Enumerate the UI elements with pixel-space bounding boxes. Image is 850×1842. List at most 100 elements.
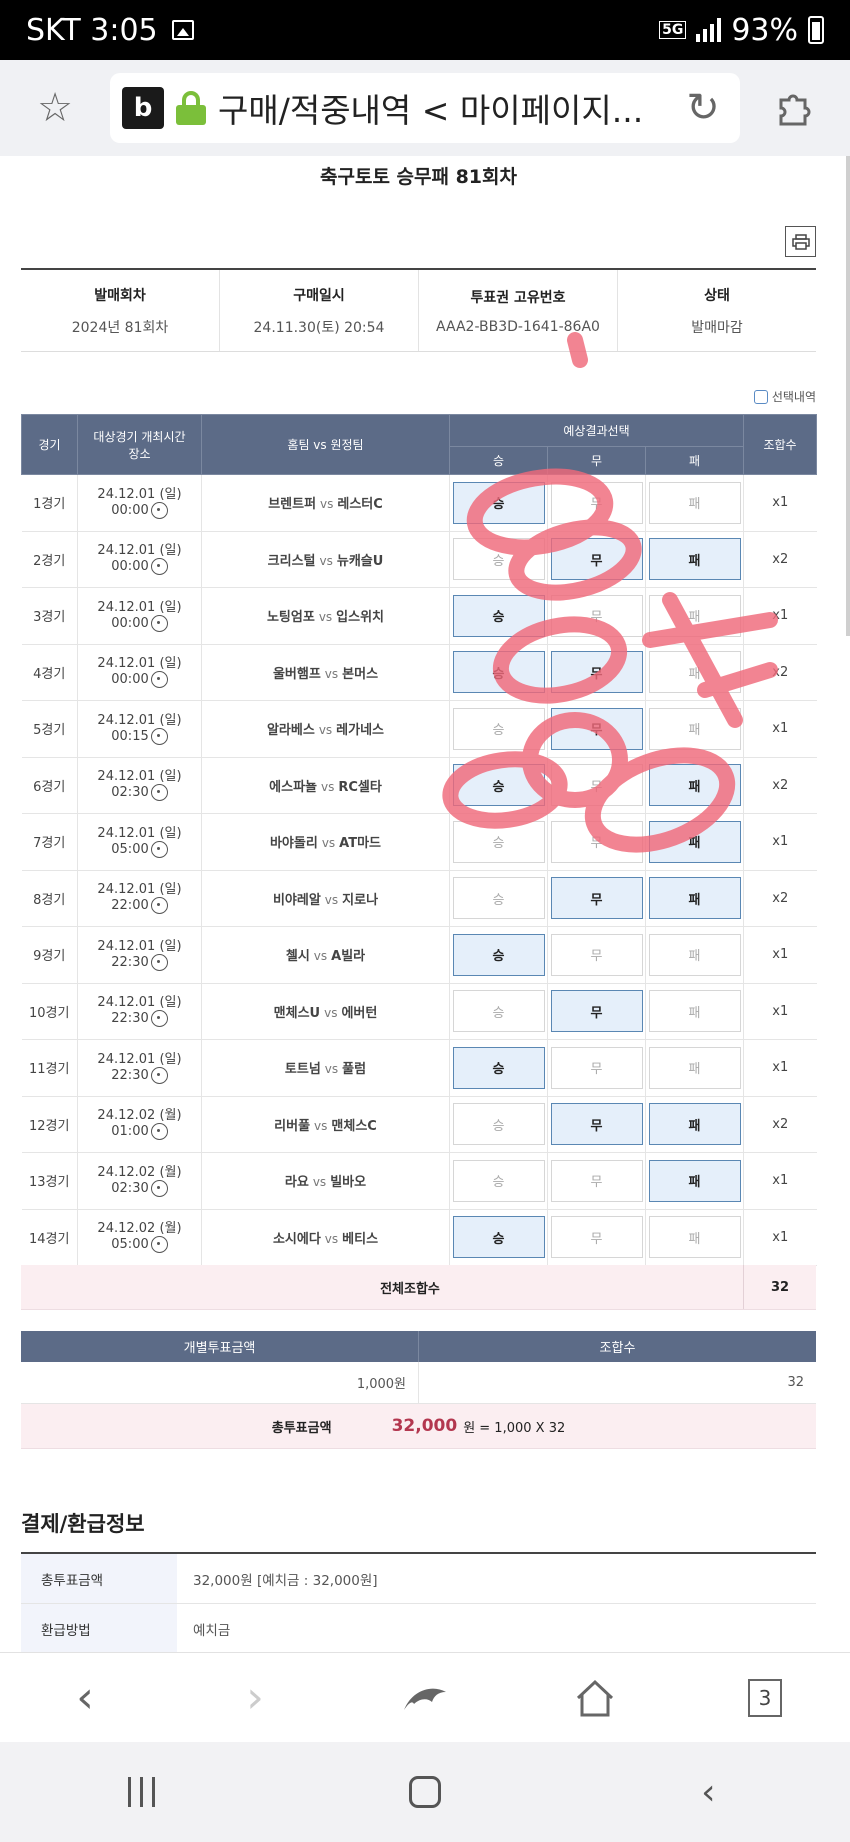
home-team: 맨체스U [273, 1005, 321, 1021]
pick-lose-button[interactable]: 패 [648, 651, 741, 694]
header-time-text: 대상경기 개최시간 [93, 429, 186, 444]
pick-win-button[interactable]: 승 [452, 1216, 545, 1259]
scrollbar[interactable] [846, 156, 850, 636]
pick-lose-button[interactable]: 패 [648, 481, 741, 524]
game-number: 7경기 [21, 813, 78, 871]
home-team: 브렌트퍼 [268, 497, 317, 513]
pick-win-button[interactable]: 승 [452, 594, 545, 637]
pick-win-button[interactable]: 승 [452, 820, 545, 863]
total-amount-formula: 원 = 1,000 X 32 [463, 1420, 566, 1436]
game-combination: x1 [743, 700, 817, 758]
pick-cell: 승 [449, 531, 548, 588]
pick-lose-button[interactable]: 패 [648, 990, 741, 1033]
location-pin-icon[interactable] [150, 840, 168, 858]
pick-win-button[interactable]: 승 [452, 481, 545, 524]
pick-win-button[interactable]: 승 [452, 707, 545, 750]
location-pin-icon[interactable] [150, 1123, 168, 1141]
location-pin-icon[interactable] [150, 501, 168, 519]
location-pin-icon[interactable] [150, 727, 168, 745]
pick-cell: 패 [645, 644, 745, 701]
pick-draw-button[interactable]: 무 [550, 707, 643, 750]
pick-lose-button[interactable]: 패 [648, 1159, 741, 1202]
pick-win-button[interactable]: 승 [452, 651, 545, 694]
pick-lose-button[interactable]: 패 [648, 707, 741, 750]
info-header: 상태 [704, 287, 730, 304]
pick-lose-button[interactable]: 패 [648, 1103, 741, 1146]
reload-icon[interactable]: ↻ [678, 85, 728, 131]
home-button[interactable] [555, 1658, 635, 1738]
header-draw: 무 [547, 446, 646, 475]
pick-draw-button[interactable]: 무 [550, 877, 643, 920]
pick-draw-button[interactable]: 무 [550, 1216, 643, 1259]
pick-draw-button[interactable]: 무 [550, 1046, 643, 1089]
dolphin-icon[interactable] [385, 1658, 465, 1738]
pick-draw-button[interactable]: 무 [550, 764, 643, 807]
pick-draw-button[interactable]: 무 [550, 481, 643, 524]
pick-lose-button[interactable]: 패 [648, 820, 741, 863]
location-pin-icon[interactable] [150, 671, 168, 689]
game-date: 24.12.02 (월) [97, 1221, 182, 1237]
location-pin-icon[interactable] [150, 897, 168, 915]
location-pin-icon[interactable] [150, 1179, 168, 1197]
pick-lose-button[interactable]: 패 [648, 1216, 741, 1259]
info-header: 구매일시 [293, 287, 345, 304]
game-combination: x1 [743, 983, 817, 1040]
pick-lose-button[interactable]: 패 [648, 877, 741, 920]
pick-win-button[interactable]: 승 [452, 990, 545, 1033]
tabs-button[interactable]: 3 [725, 1658, 805, 1738]
recent-apps-button[interactable] [97, 1762, 187, 1822]
pick-win-button[interactable]: 승 [452, 1046, 545, 1089]
pick-win-button[interactable]: 승 [452, 933, 545, 976]
pick-lose-button[interactable]: 패 [648, 538, 741, 581]
forward-button[interactable]: › [215, 1658, 295, 1738]
pick-draw-button[interactable]: 무 [550, 933, 643, 976]
pick-draw-button[interactable]: 무 [550, 820, 643, 863]
location-pin-icon[interactable] [150, 614, 168, 632]
vs-label: vs [321, 836, 336, 851]
info-header: 발매회차 [94, 287, 146, 304]
location-pin-icon[interactable] [150, 1066, 168, 1084]
location-pin-icon[interactable] [150, 558, 168, 576]
system-home-button[interactable] [380, 1762, 470, 1822]
back-button[interactable]: ‹ [45, 1658, 125, 1738]
bookmark-star-icon[interactable]: ☆ [18, 71, 92, 145]
pick-win-button[interactable]: 승 [452, 1159, 545, 1202]
print-button[interactable] [785, 226, 816, 257]
pick-cell: 패 [645, 531, 745, 588]
pick-win-button[interactable]: 승 [452, 1103, 545, 1146]
extensions-icon[interactable] [758, 71, 832, 145]
total-combination-row: 전체조합수 32 [21, 1265, 816, 1310]
pick-win-button[interactable]: 승 [452, 764, 545, 807]
pick-lose-button[interactable]: 패 [648, 764, 741, 807]
pick-lose-button[interactable]: 패 [648, 1046, 741, 1089]
vs-label: vs [319, 553, 333, 568]
pick-draw-button[interactable]: 무 [550, 1159, 643, 1202]
location-pin-icon[interactable] [150, 784, 168, 802]
location-pin-icon[interactable] [150, 953, 168, 971]
pick-draw-button[interactable]: 무 [550, 651, 643, 694]
pick-draw-button[interactable]: 무 [550, 538, 643, 581]
location-pin-icon[interactable] [150, 1010, 168, 1028]
system-back-button[interactable]: ‹ [663, 1762, 753, 1822]
header-teams: 홈팀 vs 원정팀 [201, 414, 450, 475]
pick-draw-button[interactable]: 무 [550, 990, 643, 1033]
game-number: 2경기 [21, 531, 78, 588]
vs-label: vs [324, 892, 339, 907]
pick-lose-button[interactable]: 패 [648, 933, 741, 976]
pick-win-button[interactable]: 승 [452, 877, 545, 920]
address-bar[interactable]: b 구매/적중내역 < 마이페이지... ↻ [110, 73, 740, 143]
pick-draw-button[interactable]: 무 [550, 594, 643, 637]
location-pin-icon[interactable] [150, 1236, 168, 1254]
select-view-checkbox[interactable] [753, 389, 768, 404]
pick-win-button[interactable]: 승 [452, 538, 545, 581]
select-view-toggle[interactable]: 선택내역 [753, 388, 816, 405]
game-clock: 02:30 [111, 785, 149, 801]
pick-lose-button[interactable]: 패 [648, 594, 741, 637]
vs-label: vs [321, 779, 335, 794]
pick-draw-button[interactable]: 무 [550, 1103, 643, 1146]
pick-cell: 무 [547, 587, 646, 645]
refund-row: 환급방법 예치금 [21, 1604, 816, 1652]
game-clock: 00:00 [111, 615, 149, 631]
pick-cell: 무 [547, 474, 646, 532]
info-value: 2024년 81회차 [71, 319, 169, 336]
